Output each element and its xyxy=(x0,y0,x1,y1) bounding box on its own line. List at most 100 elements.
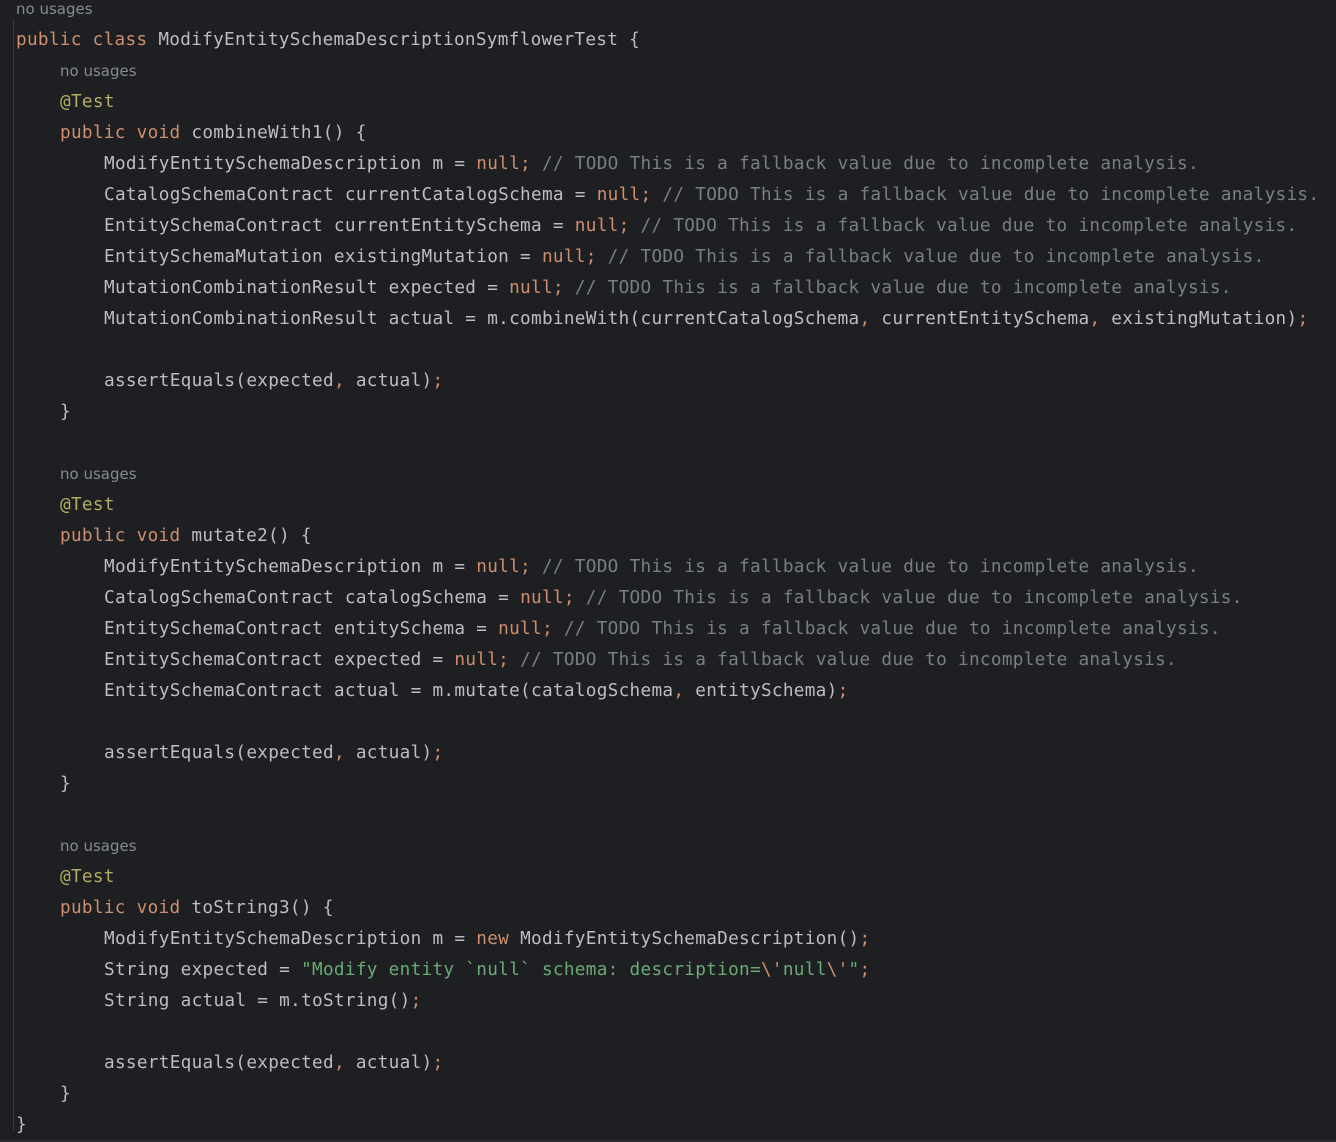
keyword-token: ; xyxy=(432,1053,444,1073)
code-area[interactable]: no usages public class ModifyEntitySchema… xyxy=(0,0,1336,1141)
code-token: currentEntitySchema xyxy=(870,309,1090,329)
keyword-token: , xyxy=(859,309,871,329)
code-token: actual) xyxy=(344,743,433,763)
code-token: assertEquals(expected xyxy=(104,743,334,763)
code-line: CatalogSchemaContract currentCatalogSche… xyxy=(0,180,1336,211)
code-token: CatalogSchemaContract currentCatalogSche… xyxy=(104,185,597,205)
keyword-token: null; xyxy=(509,278,564,298)
keyword-token: , xyxy=(1089,309,1101,329)
code-line: public void toString3() { xyxy=(0,893,1336,924)
string-token: "Modify entity `null` schema: descriptio… xyxy=(301,960,761,980)
usage-hint[interactable]: no usages xyxy=(0,56,1336,87)
comment-token: // TODO This is a fallback value due to … xyxy=(531,557,1199,577)
comment-token: // TODO This is a fallback value due to … xyxy=(596,247,1265,267)
keyword-token: , xyxy=(333,371,345,391)
code-line: MutationCombinationResult expected = nul… xyxy=(0,273,1336,304)
code-token: EntitySchemaContract entitySchema = xyxy=(104,619,499,639)
hint-text: no usages xyxy=(60,62,137,80)
keyword-token: public void xyxy=(60,123,192,143)
code-token: ModifyEntitySchemaDescription m = xyxy=(104,557,477,577)
code-line: String actual = m.toString(); xyxy=(0,986,1336,1017)
keyword-token: ; xyxy=(859,929,871,949)
escape-token: \' xyxy=(826,960,849,980)
code-line: public void combineWith1() { xyxy=(0,118,1336,149)
code-line: ModifyEntitySchemaDescription m = null; … xyxy=(0,552,1336,583)
code-line: @Test xyxy=(0,862,1336,893)
code-line: ModifyEntitySchemaDescription m = null; … xyxy=(0,149,1336,180)
annotation-token: @Test xyxy=(60,92,115,112)
keyword-token: ; xyxy=(432,371,444,391)
code-line: ModifyEntitySchemaDescription m = new Mo… xyxy=(0,924,1336,955)
usage-hint[interactable]: no usages xyxy=(0,459,1336,490)
keyword-token: new xyxy=(476,929,521,949)
keyword-token: , xyxy=(673,681,685,701)
code-token: existingMutation) xyxy=(1100,309,1298,329)
code-line: EntitySchemaContract expected = null; //… xyxy=(0,645,1336,676)
comment-token: // TODO This is a fallback value due to … xyxy=(531,154,1199,174)
code-token: ModifyEntitySchemaDescription m = xyxy=(104,154,477,174)
keyword-token: null; xyxy=(476,557,532,577)
escape-token: \' xyxy=(760,960,783,980)
code-token: actual) xyxy=(344,371,433,391)
comment-token: // TODO This is a fallback value due to … xyxy=(509,650,1177,670)
code-token: ModifyEntitySchemaDescription m = xyxy=(104,929,477,949)
code-token: toString3() { xyxy=(191,898,334,918)
code-line: } xyxy=(0,1110,1336,1141)
string-token: null xyxy=(782,960,827,980)
code-line: public void mutate2() { xyxy=(0,521,1336,552)
code-token: String expected = xyxy=(104,960,302,980)
code-line: CatalogSchemaContract catalogSchema = nu… xyxy=(0,583,1336,614)
code-token: } xyxy=(60,1084,71,1104)
keyword-token: ; xyxy=(1297,309,1309,329)
code-token: } xyxy=(60,402,71,422)
code-token: ModifyEntitySchemaDescription() xyxy=(520,929,860,949)
code-token: entitySchema) xyxy=(684,681,838,701)
code-token: ModifyEntitySchemaDescriptionSymflowerTe… xyxy=(158,30,641,50)
keyword-token: null; xyxy=(520,588,575,608)
annotation-token: @Test xyxy=(60,867,115,887)
usage-hint[interactable]: no usages xyxy=(0,0,1336,25)
keyword-token: null; xyxy=(574,216,630,236)
code-line: String expected = "Modify entity `null` … xyxy=(0,955,1336,986)
code-line: EntitySchemaMutation existingMutation = … xyxy=(0,242,1336,273)
code-line: } xyxy=(0,397,1336,428)
code-line: EntitySchemaContract currentEntitySchema… xyxy=(0,211,1336,242)
annotation-token: @Test xyxy=(60,495,115,515)
code-token: EntitySchemaMutation existingMutation = xyxy=(104,247,542,267)
keyword-token: public void xyxy=(60,526,192,546)
code-token: EntitySchemaContract actual = m.mutate(c… xyxy=(104,681,674,701)
comment-token: // TODO This is a fallback value due to … xyxy=(574,588,1243,608)
keyword-token: public void xyxy=(60,898,192,918)
keyword-token: ; xyxy=(432,743,444,763)
usage-hint[interactable]: no usages xyxy=(0,831,1336,862)
comment-token: // TODO This is a fallback value due to … xyxy=(563,278,1232,298)
code-token: combineWith1() { xyxy=(191,123,367,143)
comment-token: // TODO This is a fallback value due to … xyxy=(629,216,1298,236)
code-editor[interactable]: no usages public class ModifyEntitySchema… xyxy=(0,0,1336,1142)
hint-text: no usages xyxy=(60,465,137,483)
keyword-token: null; xyxy=(476,154,532,174)
comment-token: // TODO This is a fallback value due to … xyxy=(651,185,1320,205)
keyword-token: , xyxy=(333,743,345,763)
code-token: CatalogSchemaContract catalogSchema = xyxy=(104,588,521,608)
code-line: EntitySchemaContract actual = m.mutate(c… xyxy=(0,676,1336,707)
code-line: EntitySchemaContract entitySchema = null… xyxy=(0,614,1336,645)
code-token: MutationCombinationResult actual = m.com… xyxy=(104,309,860,329)
code-line: public class ModifyEntitySchemaDescripti… xyxy=(0,25,1336,56)
code-line: } xyxy=(0,769,1336,800)
hint-text: no usages xyxy=(16,0,93,18)
keyword-token: ; xyxy=(410,991,422,1011)
code-token: actual) xyxy=(344,1053,433,1073)
comment-token: // TODO This is a fallback value due to … xyxy=(552,619,1221,639)
code-token: EntitySchemaContract currentEntitySchema… xyxy=(104,216,575,236)
code-line: @Test xyxy=(0,490,1336,521)
code-line: } xyxy=(0,1079,1336,1110)
code-token: assertEquals(expected xyxy=(104,1053,334,1073)
keyword-token: null; xyxy=(498,619,553,639)
code-line: @Test xyxy=(0,87,1336,118)
